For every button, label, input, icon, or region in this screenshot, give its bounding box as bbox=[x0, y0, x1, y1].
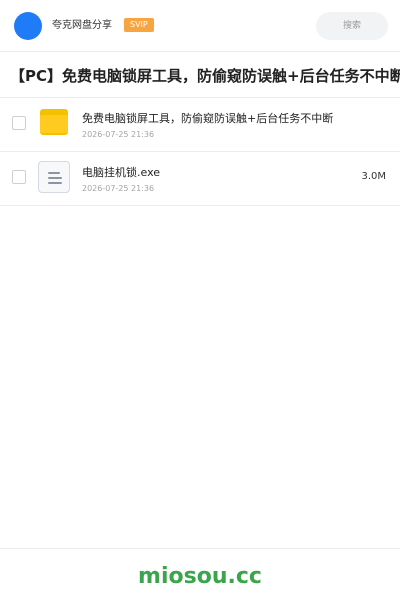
svip-badge: SVIP bbox=[124, 18, 154, 32]
file-name[interactable]: 电脑挂机锁.exe bbox=[82, 166, 160, 180]
file-size: 3.0M bbox=[361, 171, 386, 182]
avatar[interactable] bbox=[14, 12, 42, 40]
select-checkbox[interactable] bbox=[12, 170, 26, 184]
share-title-bar: 【PC】免费电脑锁屏工具，防偷窥防误触+后台任务不中断 bbox=[0, 52, 400, 98]
share-title: 【PC】免费电脑锁屏工具，防偷窥防误触+后台任务不中断 bbox=[10, 67, 400, 85]
file-icon bbox=[38, 161, 70, 193]
file-row[interactable]: 免费电脑锁屏工具，防偷窥防误触+后台任务不中断 2026-07-25 21:36 bbox=[0, 98, 400, 152]
username: 夸克网盘分享 bbox=[52, 20, 112, 31]
file-name[interactable]: 免费电脑锁屏工具，防偷窥防误触+后台任务不中断 bbox=[82, 112, 333, 126]
file-date: 2026-07-25 21:36 bbox=[82, 130, 155, 139]
select-checkbox[interactable] bbox=[12, 116, 26, 130]
search-button[interactable]: 搜索 bbox=[316, 12, 388, 40]
footer: miosou.cc bbox=[0, 548, 400, 600]
folder-icon bbox=[38, 107, 70, 139]
file-row[interactable]: 电脑挂机锁.exe 2026-07-25 21:36 3.0M bbox=[0, 152, 400, 206]
site-brand[interactable]: miosou.cc bbox=[0, 563, 400, 591]
file-date: 2026-07-25 21:36 bbox=[82, 184, 155, 193]
header-bar: 夸克网盘分享 SVIP 搜索 bbox=[0, 0, 400, 52]
